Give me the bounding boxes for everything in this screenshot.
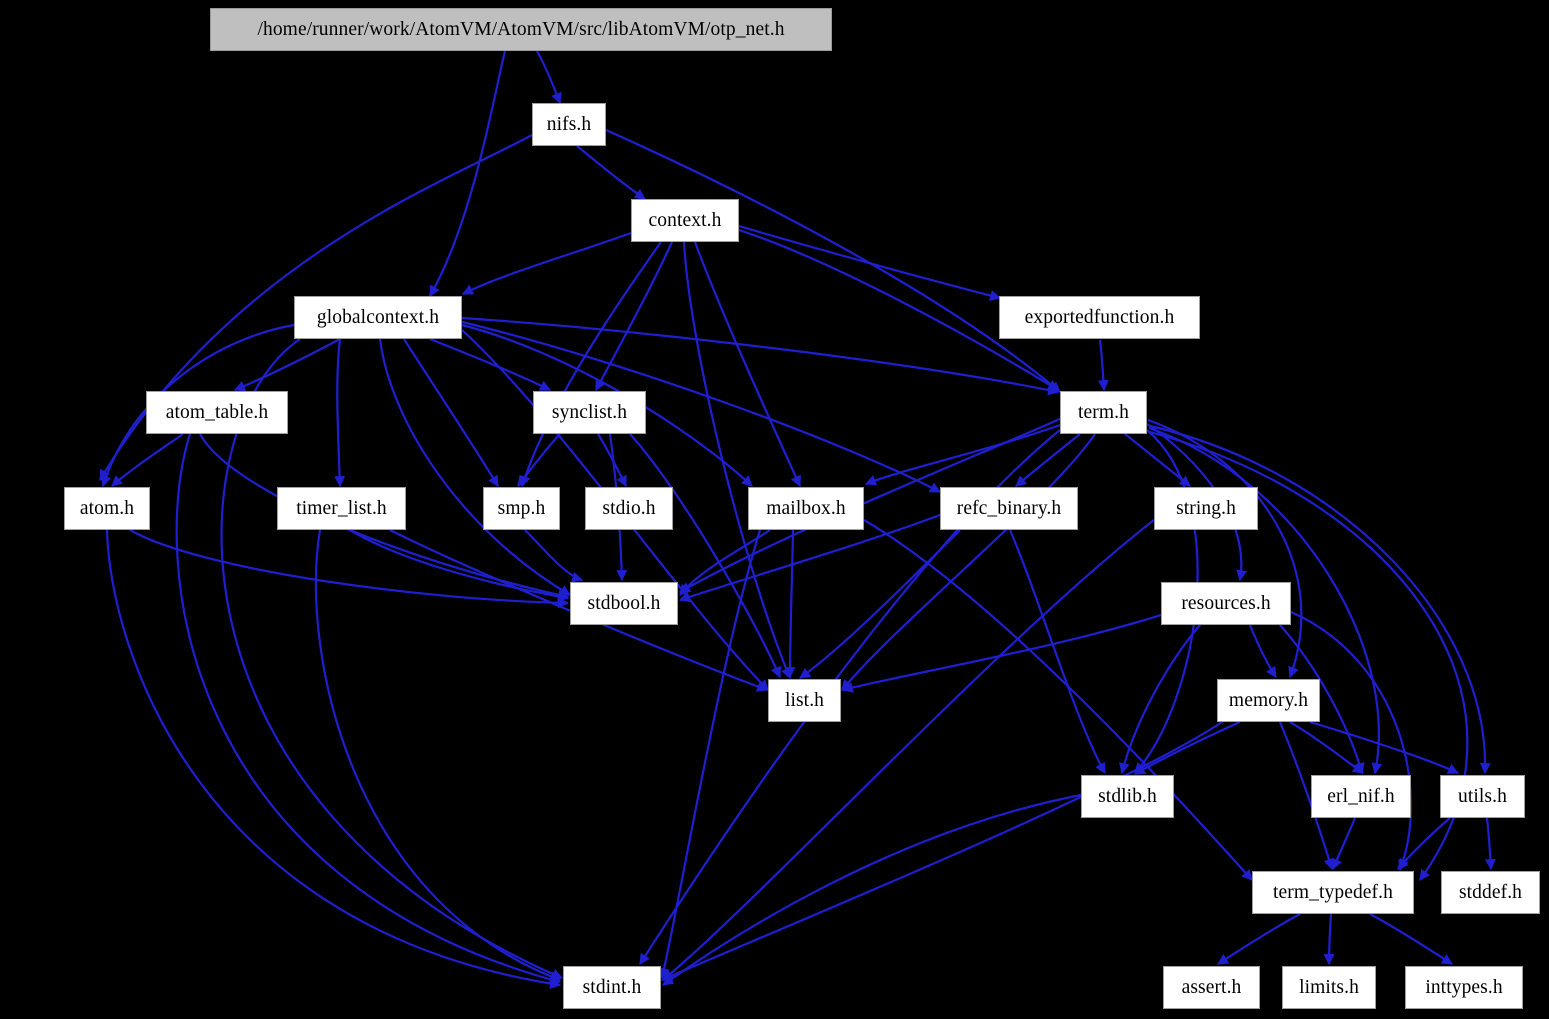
graph-node-term[interactable]: term.h: [1060, 391, 1147, 434]
graph-node-atom_table[interactable]: atom_table.h: [146, 391, 288, 434]
graph-edge: [233, 338, 341, 392]
graph-edge: [1119, 624, 1201, 775]
graph-node-label: resources.h: [1181, 592, 1271, 614]
graph-node-label: /home/runner/work/AtomVM/AtomVM/src/libA…: [257, 18, 785, 40]
graph-edge: [314, 529, 562, 982]
graph-node-label: nifs.h: [546, 113, 592, 135]
graph-edge: [429, 50, 507, 297]
graph-node-label: assert.h: [1181, 976, 1242, 998]
graph-edge: [1248, 624, 1277, 678]
graph-node-assert[interactable]: assert.h: [1163, 966, 1260, 1009]
graph-node-label: inttypes.h: [1425, 976, 1503, 998]
graph-edge: [784, 529, 796, 679]
graph-node-label: string.h: [1176, 497, 1236, 519]
graph-edge: [105, 529, 562, 989]
graph-edge: [429, 337, 551, 391]
graph-edge: [629, 433, 782, 679]
graph-node-timer_list[interactable]: timer_list.h: [277, 487, 406, 530]
graph-node-atom[interactable]: atom.h: [64, 487, 150, 530]
graph-node-context[interactable]: context.h: [631, 199, 739, 242]
graph-node-stdlib[interactable]: stdlib.h: [1081, 775, 1174, 818]
graph-node-mailbox[interactable]: mailbox.h: [748, 487, 864, 530]
graph-edge: [605, 128, 1061, 393]
include-dependency-graph: /home/runner/work/AtomVM/AtomVM/src/libA…: [0, 0, 1549, 1019]
graph-edge: [1484, 817, 1496, 871]
graph-node-otp_net[interactable]: /home/runner/work/AtomVM/AtomVM/src/libA…: [210, 8, 832, 51]
graph-node-label: stddef.h: [1458, 881, 1523, 903]
graph-edge: [1097, 339, 1109, 392]
graph-edge: [863, 519, 1253, 881]
graph-node-label: synclist.h: [551, 401, 628, 423]
graph-node-synclist[interactable]: synclist.h: [533, 391, 646, 434]
graph-edge: [1369, 913, 1453, 965]
graph-node-exportedfunction[interactable]: exportedfunction.h: [999, 296, 1200, 339]
graph-node-nifs[interactable]: nifs.h: [532, 103, 606, 146]
graph-node-refc_binary[interactable]: refc_binary.h: [940, 487, 1078, 530]
graph-edge: [462, 231, 632, 295]
graph-node-label: timer_list.h: [296, 497, 387, 519]
graph-node-label: globalcontext.h: [316, 306, 440, 328]
graph-node-memory[interactable]: memory.h: [1217, 679, 1320, 722]
graph-edge: [693, 241, 802, 488]
graph-node-label: utils.h: [1458, 785, 1507, 807]
graph-node-label: stdlib.h: [1098, 785, 1157, 807]
graph-node-label: mailbox.h: [766, 497, 846, 519]
graph-node-smp[interactable]: smp.h: [483, 487, 560, 530]
graph-node-label: exportedfunction.h: [1024, 306, 1175, 328]
graph-node-erl_nif[interactable]: erl_nif.h: [1311, 775, 1411, 818]
graph-node-label: memory.h: [1228, 689, 1309, 711]
graph-node-label: stdint.h: [582, 976, 642, 998]
graph-node-stdbool[interactable]: stdbool.h: [570, 582, 678, 625]
graph-node-label: term_typedef.h: [1273, 881, 1393, 903]
graph-edge: [1331, 817, 1357, 871]
graph-node-label: atom.h: [79, 497, 135, 519]
graph-edge: [524, 529, 584, 583]
graph-node-label: refc_binary.h: [956, 497, 1062, 519]
graph-node-label: atom_table.h: [165, 401, 269, 423]
graph-node-resources[interactable]: resources.h: [1161, 582, 1291, 625]
graph-edge: [576, 145, 646, 200]
graph-edge: [595, 241, 673, 391]
graph-edge: [1134, 720, 1241, 775]
graph-node-label: term.h: [1078, 401, 1129, 423]
graph-edge: [660, 721, 1223, 982]
graph-edge: [1217, 913, 1301, 965]
graph-edge: [519, 241, 662, 488]
graph-node-label: erl_nif.h: [1327, 785, 1395, 807]
graph-edge: [129, 529, 570, 609]
graph-edge: [662, 519, 1155, 981]
graph-edge: [841, 433, 1096, 691]
graph-edge: [334, 338, 346, 488]
graph-node-stdint[interactable]: stdint.h: [563, 966, 661, 1009]
graph-node-globalcontext[interactable]: globalcontext.h: [294, 296, 462, 339]
graph-node-label: limits.h: [1299, 976, 1359, 998]
graph-edge: [220, 338, 564, 980]
graph-node-limits[interactable]: limits.h: [1282, 966, 1376, 1009]
graph-node-stdio[interactable]: stdio.h: [585, 487, 673, 530]
graph-node-label: context.h: [648, 209, 722, 231]
graph-edge: [799, 529, 961, 679]
graph-node-utils[interactable]: utils.h: [1440, 775, 1525, 818]
graph-edge: [1309, 720, 1459, 774]
graph-edge: [461, 316, 1060, 396]
graph-node-string[interactable]: string.h: [1154, 487, 1258, 530]
graph-node-inttypes[interactable]: inttypes.h: [1405, 966, 1523, 1009]
graph-node-stddef[interactable]: stddef.h: [1441, 871, 1540, 914]
graph-edge: [536, 50, 562, 105]
graph-node-list[interactable]: list.h: [768, 679, 841, 722]
graph-node-label: stdio.h: [602, 497, 656, 519]
graph-edge: [1289, 721, 1364, 774]
graph-node-label: stdbool.h: [587, 592, 661, 614]
graph-node-label: smp.h: [497, 497, 546, 519]
graph-node-term_typedef[interactable]: term_typedef.h: [1252, 871, 1414, 914]
graph-edge: [1323, 913, 1335, 966]
graph-node-label: list.h: [784, 689, 825, 711]
